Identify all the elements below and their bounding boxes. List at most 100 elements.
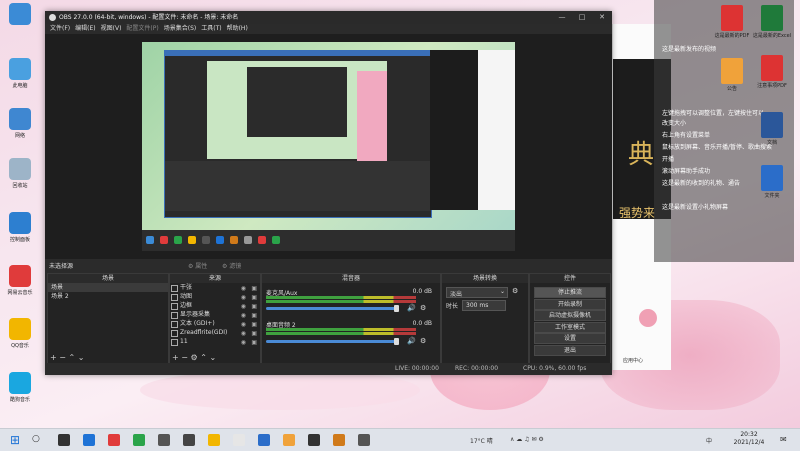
taskbar-app-icon[interactable]: [183, 434, 195, 446]
scene-item[interactable]: 场景 2: [48, 292, 168, 301]
desktop-icon[interactable]: 回收站: [2, 158, 38, 189]
avatar[interactable]: [639, 309, 657, 327]
visibility-icon[interactable]: ◉: [241, 338, 246, 346]
control-button[interactable]: 开始录制: [534, 298, 606, 310]
desktop-icon[interactable]: 网易云音乐: [2, 265, 38, 296]
move-up-icon[interactable]: ⌃: [200, 353, 207, 362]
taskbar-app-icon[interactable]: [258, 434, 270, 446]
desktop-icon[interactable]: 网络: [2, 108, 38, 139]
preview-canvas[interactable]: [142, 42, 515, 251]
desktop-icon[interactable]: [2, 3, 38, 27]
app-center-label[interactable]: 应用中心: [623, 357, 643, 364]
taskbar-app-icon[interactable]: [333, 434, 345, 446]
taskbar-app-icon[interactable]: [108, 434, 120, 446]
menu-item[interactable]: 视图(V): [101, 24, 122, 34]
taskbar-app-icon[interactable]: [283, 434, 295, 446]
control-button[interactable]: 停止推流: [534, 287, 606, 298]
title-bar[interactable]: OBS 27.0.0 (64-bit, windows) - 配置文件: 未命名…: [45, 11, 612, 24]
obs-window[interactable]: OBS 27.0.0 (64-bit, windows) - 配置文件: 未命名…: [45, 11, 612, 375]
source-item[interactable]: 边框 ◉ ▣: [170, 301, 260, 310]
ime-indicator[interactable]: 中: [706, 436, 712, 445]
menu-item[interactable]: 文件(F): [50, 24, 70, 34]
duration-input[interactable]: 300 ms: [462, 300, 506, 311]
control-button[interactable]: 工作室模式: [534, 321, 606, 333]
lock-icon[interactable]: ▣: [251, 320, 257, 328]
speaker-icon[interactable]: 🔊: [407, 337, 416, 345]
desktop-icon[interactable]: 此电脑: [2, 58, 38, 89]
gear-icon[interactable]: ⚙: [191, 353, 198, 362]
source-item[interactable]: Zreadflrite(GDI) ◉ ▣: [170, 328, 260, 337]
desktop-icon[interactable]: 控制面板: [2, 212, 38, 243]
lock-icon[interactable]: ▣: [251, 338, 257, 346]
maximize-button[interactable]: □: [572, 11, 592, 24]
taskbar-app-icon[interactable]: [308, 434, 320, 446]
remove-icon[interactable]: −: [59, 353, 66, 362]
desktop-icon[interactable]: 酷狗音乐: [2, 372, 38, 403]
menu-item[interactable]: 帮助(H): [227, 24, 248, 34]
source-item[interactable]: 11 ◉ ▣: [170, 337, 260, 346]
lock-icon[interactable]: ▣: [251, 311, 257, 319]
menu-item[interactable]: 配置文件(P): [126, 24, 158, 34]
transition-select[interactable]: 淡出 ⌄: [446, 287, 508, 298]
desktop-icon[interactable]: QQ音乐: [2, 318, 38, 349]
visibility-icon[interactable]: ◉: [241, 284, 246, 292]
visibility-icon[interactable]: ◉: [241, 320, 246, 328]
lock-icon[interactable]: ▣: [251, 293, 257, 301]
lock-icon[interactable]: ▣: [251, 284, 257, 292]
control-button[interactable]: 启动虚拟摄像机: [534, 310, 606, 321]
taskbar-app-icon[interactable]: [58, 434, 70, 446]
slider-handle[interactable]: [394, 338, 399, 345]
preview-area[interactable]: [45, 34, 612, 259]
desktop-icon[interactable]: 公告: [712, 58, 752, 92]
lock-icon[interactable]: ▣: [251, 302, 257, 310]
slider-handle[interactable]: [394, 305, 399, 312]
speaker-icon[interactable]: 🔊: [407, 304, 416, 312]
taskbar-app-icon[interactable]: [83, 434, 95, 446]
volume-slider[interactable]: [266, 307, 396, 310]
taskbar-app-icon[interactable]: [158, 434, 170, 446]
clock[interactable]: 20:32 2021/12/4: [728, 431, 770, 447]
taskbar-app-icon[interactable]: [233, 434, 245, 446]
move-down-icon[interactable]: ⌄: [209, 353, 216, 362]
tray-icons[interactable]: ∧ ☁ ♫ ✉ ⚙: [510, 436, 544, 443]
desktop-icon[interactable]: 文档: [752, 112, 792, 146]
menu-item[interactable]: 场景集合(S): [164, 24, 197, 34]
notification-icon[interactable]: ✉: [780, 435, 787, 444]
move-up-icon[interactable]: ⌃: [69, 353, 76, 362]
gear-icon[interactable]: ⚙: [420, 337, 426, 345]
gear-icon[interactable]: ⚙: [512, 287, 518, 295]
control-button[interactable]: 退出: [534, 344, 606, 356]
taskbar-app-icon[interactable]: [208, 434, 220, 446]
close-button[interactable]: ✕: [592, 11, 612, 24]
filters-button[interactable]: ⚙ 滤镜: [222, 261, 241, 270]
menu-item[interactable]: 编辑(E): [75, 24, 95, 34]
visibility-icon[interactable]: ◉: [241, 311, 246, 319]
lock-icon[interactable]: ▣: [251, 329, 257, 337]
properties-button[interactable]: ⚙ 属性: [188, 261, 207, 270]
scene-item[interactable]: 场景: [48, 283, 168, 292]
source-item[interactable]: 干张 ◉ ▣: [170, 283, 260, 292]
source-item[interactable]: 文本 (GDI+) ◉ ▣: [170, 319, 260, 328]
control-button[interactable]: 设置: [534, 333, 606, 344]
weather-info[interactable]: 17°C 晴: [470, 436, 493, 445]
desktop-icon[interactable]: 这是最新的Excel: [752, 5, 792, 39]
source-item[interactable]: 显示器采集 ◉ ▣: [170, 310, 260, 319]
menu-item[interactable]: 工具(T): [201, 24, 221, 34]
gear-icon[interactable]: ⚙: [420, 304, 426, 312]
search-icon[interactable]: ○: [32, 434, 40, 444]
desktop-icon[interactable]: 文件夹: [752, 165, 792, 199]
desktop-icon[interactable]: 注意事项PDF: [752, 55, 792, 89]
move-down-icon[interactable]: ⌄: [78, 353, 85, 362]
add-icon[interactable]: +: [172, 353, 179, 362]
add-icon[interactable]: +: [50, 353, 57, 362]
taskbar-app-icon[interactable]: [358, 434, 370, 446]
minimize-button[interactable]: —: [552, 11, 572, 24]
visibility-icon[interactable]: ◉: [241, 329, 246, 337]
remove-icon[interactable]: −: [181, 353, 188, 362]
windows-start-icon[interactable]: ⊞: [10, 433, 20, 447]
volume-slider[interactable]: [266, 340, 396, 343]
visibility-icon[interactable]: ◉: [241, 293, 246, 301]
visibility-icon[interactable]: ◉: [241, 302, 246, 310]
desktop-icon[interactable]: 这是最新的PDF: [712, 5, 752, 39]
source-item[interactable]: 动图 ◉ ▣: [170, 292, 260, 301]
